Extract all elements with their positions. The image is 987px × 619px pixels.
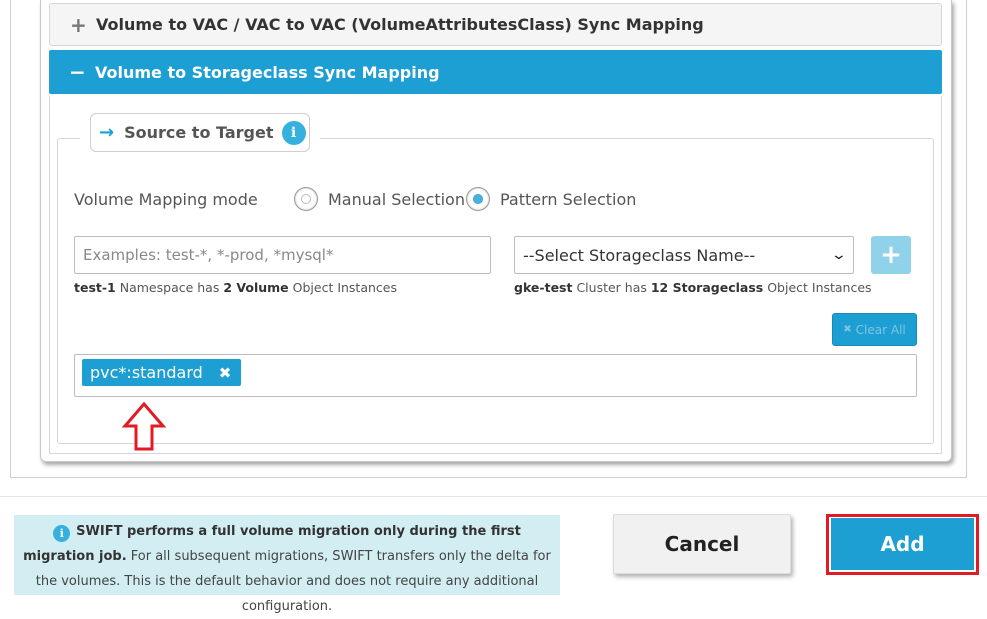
cancel-button[interactable]: Cancel	[613, 514, 791, 574]
cluster-storageclass-count: gke-test Cluster has 12 Storageclass Obj…	[514, 280, 872, 295]
footer-divider	[0, 496, 987, 497]
volume-pattern-input[interactable]	[74, 236, 491, 274]
annotation-arrow-up-icon	[122, 402, 166, 451]
accordion-storageclass-title: Volume to Storageclass Sync Mapping	[95, 62, 440, 82]
chevron-down-icon: ⌄	[830, 247, 848, 263]
minus-icon: −	[69, 60, 86, 84]
close-icon: ✖	[843, 324, 852, 335]
legend-title: Source to Target	[124, 123, 274, 142]
accordion-vac-sync-mapping[interactable]: + Volume to VAC / VAC to VAC (VolumeAttr…	[49, 3, 942, 46]
clear-all-label: Clear All	[855, 322, 906, 337]
source-to-target-legend: → Source to Target i	[90, 113, 310, 152]
clear-all-button[interactable]: ✖ Clear All	[832, 313, 917, 346]
mapping-tag-label: pvc*:standard	[90, 363, 203, 382]
info-icon[interactable]: i	[281, 120, 306, 145]
volume-mapping-mode-label: Volume Mapping mode	[74, 190, 258, 209]
arrow-right-icon: →	[99, 122, 115, 143]
cluster-name: gke-test	[514, 280, 573, 295]
add-mapping-button[interactable]: +	[871, 236, 911, 274]
namespace-name: test-1	[74, 280, 116, 295]
remove-tag-icon[interactable]: ✖	[219, 364, 232, 382]
plus-icon: +	[70, 12, 87, 37]
add-button[interactable]: Add	[831, 518, 974, 570]
volume-count: 2 Volume	[223, 280, 289, 295]
info-icon: i	[53, 525, 71, 542]
plus-icon: +	[880, 240, 902, 270]
storageclass-select-value: --Select Storageclass Name--	[523, 245, 756, 265]
radio-pattern-selection[interactable]: Pattern Selection	[466, 187, 636, 211]
accordion-vac-title: Volume to VAC / VAC to VAC (VolumeAttrib…	[96, 15, 704, 34]
radio-checked-icon[interactable]	[466, 187, 490, 211]
info-banner: i SWIFT performs a full volume migration …	[14, 515, 560, 614]
accordion-storageclass-sync-mapping[interactable]: − Volume to Storageclass Sync Mapping	[49, 50, 942, 94]
radio-pattern-label: Pattern Selection	[500, 189, 637, 209]
storageclass-select[interactable]: --Select Storageclass Name-- ⌄	[514, 236, 854, 274]
mapping-tag: pvc*:standard ✖	[82, 359, 242, 386]
radio-manual-selection[interactable]: Manual Selection	[294, 187, 465, 211]
namespace-volume-count: test-1 Namespace has 2 Volume Object Ins…	[74, 280, 397, 295]
radio-manual-label: Manual Selection	[328, 189, 465, 209]
storageclass-count: 12 Storageclass	[650, 280, 764, 295]
radio-unchecked-icon[interactable]	[294, 187, 318, 211]
